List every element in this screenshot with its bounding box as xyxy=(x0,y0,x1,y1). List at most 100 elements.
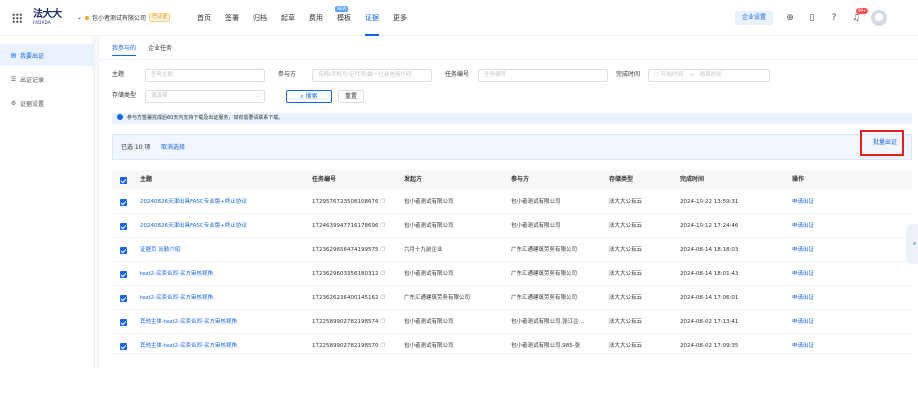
reset-button[interactable]: 重置 xyxy=(338,90,364,103)
copy-icon[interactable]: ❐ xyxy=(381,319,386,325)
table-row[interactable]: 20240826天津出具FASC专业版+终止协议 172463994771617… xyxy=(112,214,912,238)
org-name: 包小者测试有限公司 xyxy=(92,15,147,22)
initiator-cell: 包小者测试有限公司 xyxy=(404,199,454,205)
row-checkbox[interactable] xyxy=(120,247,127,254)
subject-link[interactable]: test2-买卖合同-买方审核视角 xyxy=(140,262,305,286)
table-row[interactable]: 其他主体-test2-买卖合同-买方审核视角 17225899027821985… xyxy=(112,310,912,334)
side-float-handle[interactable] xyxy=(906,224,918,264)
copy-icon[interactable]: ❐ xyxy=(381,223,386,229)
tab-enterprise-tasks[interactable]: 企业任务 xyxy=(148,43,172,56)
task-tabs: 我参与的 企业任务 xyxy=(112,43,184,56)
apply-evidence-link[interactable]: 申请出证 xyxy=(792,190,814,214)
participant-input[interactable]: 名称/手机号/证件号/统一社会信用代码 xyxy=(312,69,432,82)
app-grid-icon[interactable] xyxy=(12,13,22,23)
table-row[interactable]: 其他主体-test2-买卖合同-买方审核视角 17225899027821985… xyxy=(112,334,912,354)
row-checkbox[interactable] xyxy=(120,295,127,302)
fadada-logo[interactable]: 法大大 FADADA xyxy=(33,9,63,29)
apply-evidence-link[interactable]: 申请出证 xyxy=(792,214,814,238)
subject-link[interactable]: 20240826天津出具FASC专业版+终止协议 xyxy=(140,190,305,214)
subject-link[interactable]: 20240826天津出具FASC专业版+终止协议 xyxy=(140,214,305,238)
storage-type-select[interactable]: 请选择 ⌄ xyxy=(145,90,265,103)
tab-participated[interactable]: 我参与的 xyxy=(112,43,137,56)
subject-link[interactable]: 其他主体-test2-买卖合同-买方审核视角 xyxy=(140,334,305,358)
nav-evidence[interactable]: 证据 xyxy=(365,0,379,36)
initiator-cell: 包小者测试有限公司 xyxy=(404,271,454,277)
participant-cell: 包小者测试有限公司 xyxy=(511,223,561,229)
apply-evidence-link[interactable]: 申请出证 xyxy=(792,310,814,334)
storage-cell: 法大大公有云 xyxy=(609,319,643,325)
verified-badge: 已认证 xyxy=(149,13,171,22)
subject-link[interactable]: 其他主体-test2-买卖合同-买方审核视角 xyxy=(140,310,305,334)
sidebar-item-evidence-records[interactable]: ☰ 出证记录 xyxy=(0,68,93,90)
subject-link[interactable]: test2-买卖合同-买方审核视角 xyxy=(140,286,305,310)
enterprise-settings-button[interactable]: 企业设置 xyxy=(735,11,774,25)
logo-subtext: FADADA xyxy=(33,20,51,25)
copy-icon[interactable]: ❐ xyxy=(381,295,386,301)
avatar[interactable] xyxy=(871,10,888,26)
copy-icon[interactable]: ❐ xyxy=(381,199,386,205)
copy-icon[interactable]: ❐ xyxy=(381,271,386,277)
nav-home[interactable]: 首页 xyxy=(197,0,211,36)
row-checkbox[interactable] xyxy=(120,199,127,206)
batch-evidence-button[interactable]: 批量出证 xyxy=(860,130,904,156)
calendar-icon: ▢ xyxy=(654,72,661,78)
mobile-icon[interactable]: ▯ xyxy=(807,13,817,23)
task-no-text: 1729576723508108676 xyxy=(312,199,379,205)
help-icon[interactable]: ? xyxy=(829,13,839,23)
sidebar-item-evidence-settings[interactable]: ⚙ 证据设置 xyxy=(0,92,93,114)
storage-cell: 法大大公有云 xyxy=(609,199,643,205)
sidebar-item-label: 出证记录 xyxy=(20,76,45,84)
subject-input[interactable]: 任务主题 xyxy=(145,69,265,82)
task-no-label: 任务编号 xyxy=(445,71,470,78)
task-no-input[interactable]: 任务编号 xyxy=(478,69,608,82)
time-cell: 2024-08-14 17:06:01 xyxy=(680,295,739,301)
row-checkbox[interactable] xyxy=(120,271,127,278)
row-checkbox[interactable] xyxy=(120,223,127,230)
subject-link[interactable]: 证据页 出勤介绍 xyxy=(140,238,305,262)
nav-label: 归档 xyxy=(253,14,267,22)
task-no-cell: 1724639947716178696 ❐ xyxy=(312,214,385,238)
sidebar-item-request-evidence[interactable]: ▤ 我要出证 xyxy=(0,44,93,66)
selection-bar: 已选 10 项 取消选择 xyxy=(112,134,912,160)
sidebar-item-label: 证据设置 xyxy=(20,100,45,108)
nav-sign[interactable]: 签署 xyxy=(225,0,239,36)
table-row[interactable]: test2-买卖合同-买方审核视角 1723629603356180312 ❐ 包… xyxy=(112,262,912,286)
page-bottom-blank xyxy=(0,368,918,400)
copy-icon[interactable]: ❐ xyxy=(381,343,386,349)
cancel-selection-link[interactable]: 取消选择 xyxy=(161,142,185,151)
time-cell: 2024-10-22 13:59:31 xyxy=(680,199,739,205)
apply-evidence-link[interactable]: 申请出证 xyxy=(792,262,814,286)
nav-draft[interactable]: 起草 xyxy=(281,0,295,36)
initiator-cell: 包小者测试有限公司 xyxy=(404,223,454,229)
org-switcher[interactable]: ⌄ 包小者测试有限公司 已认证 xyxy=(77,13,171,22)
apply-evidence-link[interactable]: 申请出证 xyxy=(792,286,814,310)
table-row[interactable]: 20240826天津出具FASC专业版+终止协议 172957672350810… xyxy=(112,190,912,214)
column-header: 存储类型 xyxy=(609,176,634,183)
copy-icon[interactable]: ❐ xyxy=(381,247,386,253)
row-checkbox[interactable] xyxy=(120,343,127,350)
select-all-checkbox[interactable] xyxy=(120,177,127,184)
globe-icon[interactable]: ⊕ xyxy=(785,13,795,23)
nav-template[interactable]: NEW 模板 xyxy=(335,0,351,36)
search-button[interactable]: ⌕ 搜索 xyxy=(286,90,332,103)
row-checkbox[interactable] xyxy=(120,319,127,326)
initiator-cell: 包小者测试有限公司 xyxy=(404,319,454,325)
nav-archive[interactable]: 归档 xyxy=(253,0,267,36)
apply-evidence-link[interactable]: 申请出证 xyxy=(792,238,814,262)
notification-bell[interactable]: ♫ 99+ xyxy=(851,8,869,23)
table-row[interactable]: test2-买卖合同-买方审核视角 1723626236400145162 ❐ 广… xyxy=(112,286,912,310)
task-no-cell: 1729576723508108676 ❐ xyxy=(312,190,385,214)
complete-time-label: 完成时间 xyxy=(616,71,641,78)
time-cell: 2024-08-02 17:13:41 xyxy=(680,319,739,325)
task-no-text: 1723626236400145162 xyxy=(312,295,379,301)
nav-label: 签署 xyxy=(225,14,239,22)
table-row[interactable]: 证据页 出勤介绍 1723629656474199575 ❐ 六月十九前企业 广东… xyxy=(112,238,912,262)
initiator-cell: 六月十九前企业 xyxy=(404,247,443,253)
apply-evidence-link[interactable]: 申请出证 xyxy=(792,334,814,358)
nav-billing[interactable]: 费用 xyxy=(309,0,323,36)
tab-divider xyxy=(100,59,918,60)
storage-cell: 法大大公有云 xyxy=(609,295,643,301)
storage-cell: 法大大公有云 xyxy=(609,247,643,253)
nav-more[interactable]: 更多 xyxy=(393,0,407,36)
date-range-picker[interactable]: ▢ 开始时间 → 结束时间 xyxy=(648,69,770,82)
